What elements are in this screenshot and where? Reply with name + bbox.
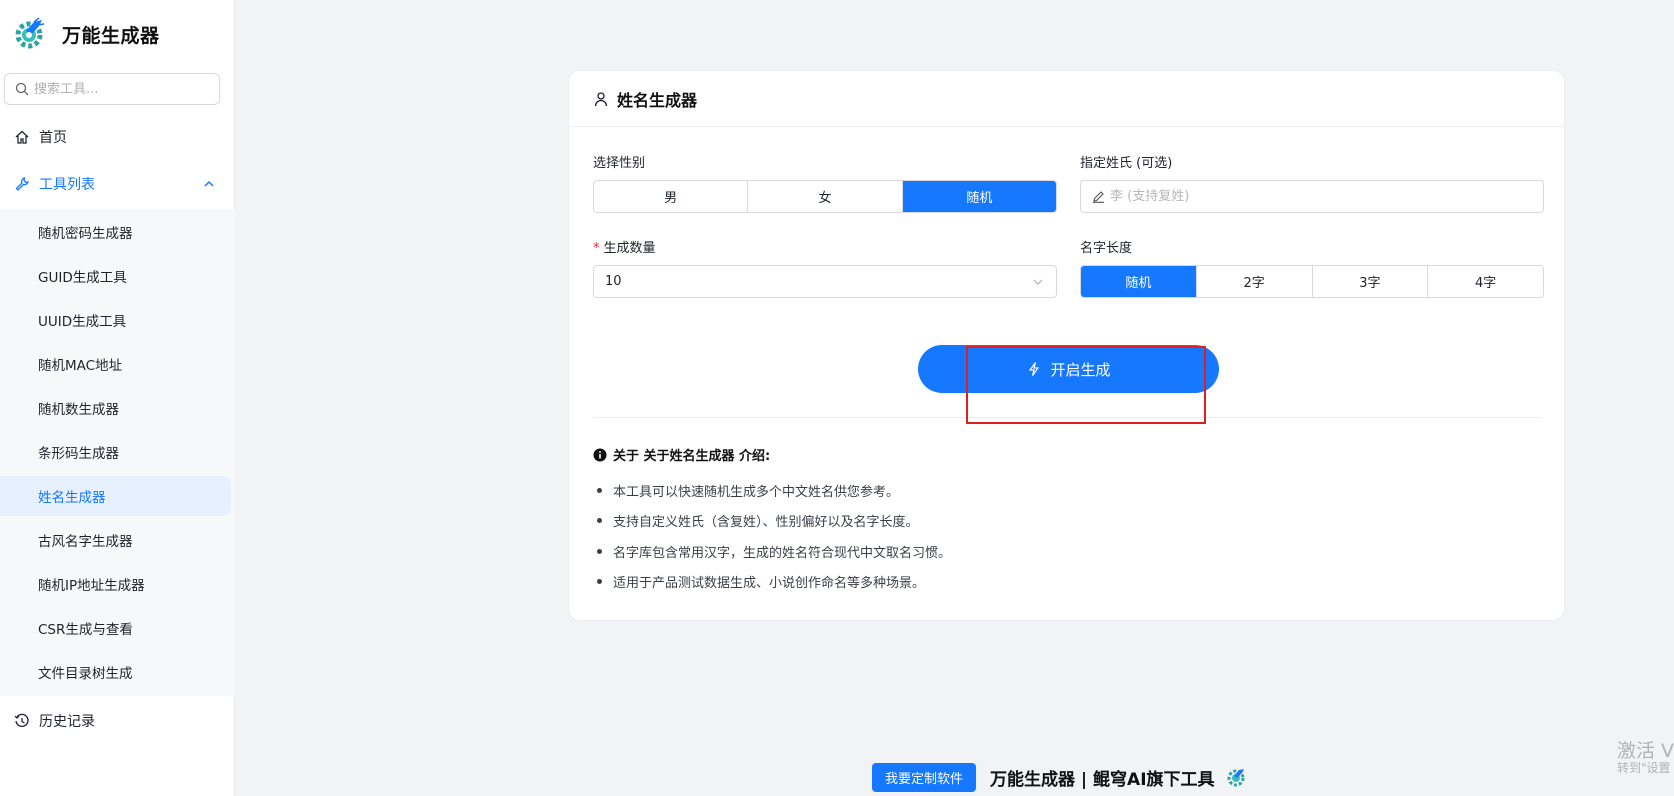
about-item-text: 本工具可以快速随机生成多个中文姓名供您参考。 [613,484,900,500]
lightning-icon [1029,362,1040,376]
nav-tools-label: 工具列表 [39,177,95,193]
pencil-icon [1093,191,1104,203]
surname-input[interactable] [1110,189,1490,204]
sidebar-item-csr[interactable]: CSR生成与查看 [0,608,231,648]
gear-logo-icon [15,17,45,49]
nav-home-label: 首页 [39,130,67,146]
generate-button[interactable]: 开启生成 [918,345,1219,393]
app-title: 万能生成器 [62,24,160,47]
search-icon [15,82,29,96]
search-box[interactable] [4,73,220,105]
sidebar-item-guid[interactable]: GUID生成工具 [0,256,231,296]
sidebar-item-password[interactable]: 随机密码生成器 [0,212,231,252]
nav-history[interactable]: 历史记录 [0,699,235,743]
footer-brand: 万能生成器 | 鲲穹AI旗下工具 [990,769,1215,790]
count-value: 10 [605,274,622,289]
list-item: 名字库包含常用汉字，生成的姓名符合现代中文取名习惯。 [593,536,951,567]
gender-option-female[interactable]: 女 [748,181,903,212]
length-option-random[interactable]: 随机 [1081,266,1197,297]
sidebar-item-name-generator[interactable]: 姓名生成器 [0,476,231,516]
bullet-icon [597,579,602,585]
sidebar-item-dir-tree[interactable]: 文件目录树生成 [0,652,231,692]
about-item-text: 名字库包含常用汉字，生成的姓名符合现代中文取名习惯。 [613,545,952,561]
surname-field[interactable] [1080,180,1544,213]
generate-button-label: 开启生成 [1050,361,1111,379]
custom-software-button[interactable]: 我要定制软件 [872,762,977,792]
list-item: 本工具可以快速随机生成多个中文姓名供您参考。 [593,475,951,506]
gender-label: 选择性别 [593,156,646,171]
sidebar-item-random-number[interactable]: 随机数生成器 [0,388,231,428]
tools-submenu: 随机密码生成器 GUID生成工具 UUID生成工具 随机MAC地址 随机数生成器… [0,209,235,696]
length-option-4[interactable]: 4字 [1428,266,1543,297]
length-option-3[interactable]: 3字 [1312,266,1429,297]
wrench-icon [15,177,29,191]
watermark-line1: 激活 V [1617,740,1674,762]
sidebar-item-ip[interactable]: 随机IP地址生成器 [0,564,231,604]
gender-option-random[interactable]: 随机 [902,181,1056,212]
user-icon [594,91,608,106]
card-divider [593,417,1542,418]
home-icon [15,130,29,144]
length-label: 名字长度 [1080,241,1133,256]
about-list: 本工具可以快速随机生成多个中文姓名供您参考。 支持自定义姓氏（含复姓）、性别偏好… [593,475,951,597]
length-segmented: 随机 2字 3字 4字 [1080,265,1544,298]
card-title: 姓名生成器 [617,90,698,110]
length-option-2[interactable]: 2字 [1196,266,1313,297]
count-select[interactable]: 10 [593,265,1057,298]
about-item-text: 支持自定义姓氏（含复姓）、性别偏好以及名字长度。 [613,515,919,531]
nav-home[interactable]: 首页 [0,115,235,159]
sidebar-item-ancient-name[interactable]: 古风名字生成器 [0,520,231,560]
info-icon [593,448,607,461]
sidebar: 万能生成器 首页 工具列表 随机密码生成器 GUID生成工具 UUID生成工具 … [0,0,235,796]
count-label-text: 生成数量 [603,241,656,256]
search-input[interactable] [34,81,204,97]
nav-tools[interactable]: 工具列表 [0,162,235,206]
activation-watermark: 激活 V 转到"设置 [1617,741,1674,775]
app-logo[interactable]: 万能生成器 [12,14,160,54]
count-label: * 生成数量 [593,237,656,256]
name-generator-card: 姓名生成器 选择性别 男 女 随机 指定姓氏 (可选) *生成数量 10 名字长… [568,70,1565,621]
required-mark: * [593,241,600,256]
list-item: 适用于产品测试数据生成、小说创作命名等多种场景。 [593,567,951,598]
gender-option-male[interactable]: 男 [594,181,749,212]
surname-label: 指定姓氏 (可选) [1080,156,1173,171]
history-icon [14,713,29,727]
sidebar-item-mac[interactable]: 随机MAC地址 [0,344,231,384]
about-heading: 关于 关于姓名生成器 介绍: [593,445,770,464]
list-item: 支持自定义姓氏（含复姓）、性别偏好以及名字长度。 [593,506,951,537]
gear-logo-icon [1227,769,1245,787]
card-header: 姓名生成器 [569,71,1564,127]
bullet-icon [597,487,602,493]
sidebar-item-barcode[interactable]: 条形码生成器 [0,432,231,472]
footer: 我要定制软件 万能生成器 | 鲲穹AI旗下工具 [872,762,1247,792]
chevron-down-icon [1033,279,1043,285]
about-item-text: 适用于产品测试数据生成、小说创作命名等多种场景。 [613,576,926,592]
bullet-icon [597,518,602,524]
gender-segmented: 男 女 随机 [593,180,1057,213]
sidebar-item-uuid[interactable]: UUID生成工具 [0,300,231,340]
bullet-icon [597,548,602,554]
chevron-up-icon [204,180,214,187]
watermark-line2: 转到"设置 [1617,760,1671,775]
nav-history-label: 历史记录 [39,714,95,730]
about-title: 关于 关于姓名生成器 介绍: [613,449,771,464]
